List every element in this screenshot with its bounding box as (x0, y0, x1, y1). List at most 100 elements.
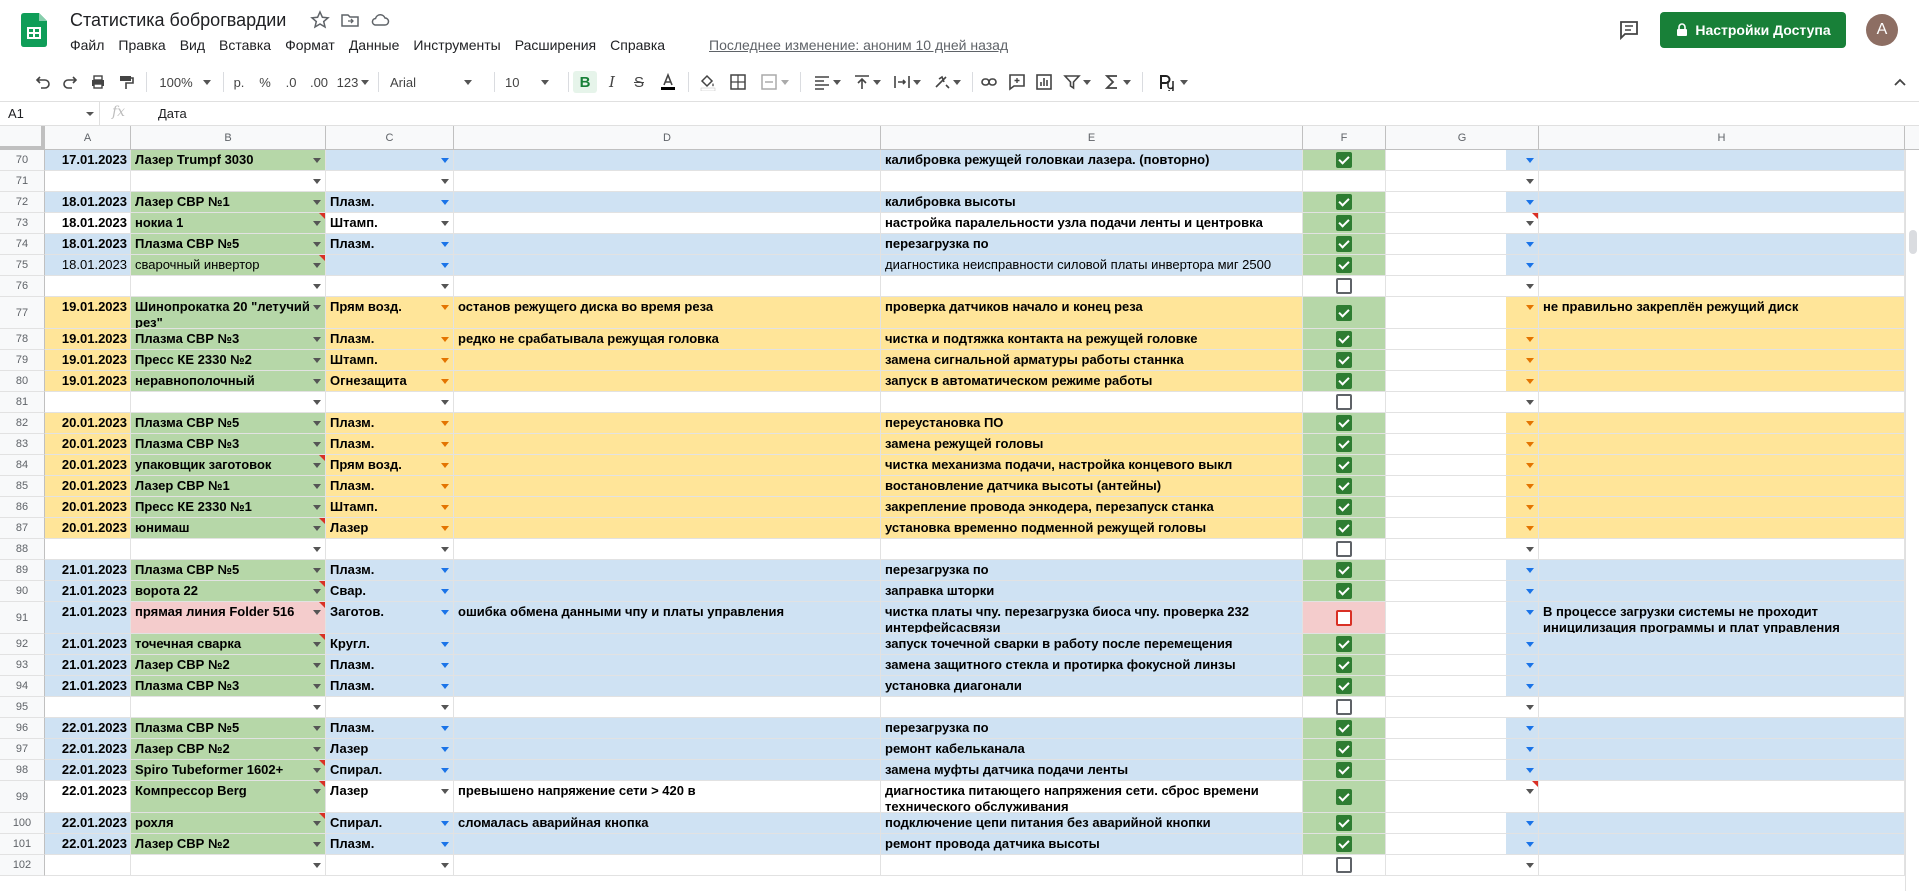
cell-date[interactable]: 22.01.2023 (45, 834, 131, 855)
cell-done[interactable] (1303, 518, 1386, 539)
row-number[interactable]: 86 (0, 497, 45, 518)
row-number[interactable]: 70 (0, 150, 45, 171)
cell-problem[interactable] (454, 739, 881, 760)
row-number[interactable]: 78 (0, 329, 45, 350)
row-number[interactable]: 102 (0, 855, 45, 876)
cell-done[interactable] (1303, 855, 1386, 876)
italic-button[interactable]: I (601, 71, 623, 93)
font-size-select[interactable]: 10 (505, 71, 560, 93)
cell-date[interactable] (45, 539, 131, 560)
chevron-down-icon[interactable] (86, 112, 94, 116)
dropdown-arrow-icon[interactable] (1526, 568, 1534, 573)
cell-date[interactable]: 20.01.2023 (45, 413, 131, 434)
cell-action[interactable]: калибровка режущей головкаи лазера. (пов… (881, 150, 1303, 171)
cell-date[interactable]: 18.01.2023 (45, 213, 131, 234)
scrollbar-thumb[interactable] (1909, 230, 1917, 254)
dropdown-arrow-icon[interactable] (313, 305, 321, 310)
cell-done[interactable] (1303, 434, 1386, 455)
cell-equipment[interactable] (131, 539, 326, 560)
last-edit-link[interactable]: Последнее изменение: аноним 10 дней наза… (709, 35, 1008, 55)
cell-action[interactable]: запуск точечной сварки в работу после пе… (881, 634, 1303, 655)
dropdown-arrow-icon[interactable] (313, 705, 321, 710)
dropdown-arrow-icon[interactable] (441, 421, 449, 426)
cell-action[interactable]: замена режущей головы (881, 434, 1303, 455)
cell-category[interactable]: Спирал. (326, 760, 454, 781)
cell-date[interactable]: 22.01.2023 (45, 760, 131, 781)
document-title[interactable]: Статистика боброгвардии (70, 8, 286, 32)
dropdown-arrow-icon[interactable] (441, 863, 449, 868)
cell-equipment[interactable]: Лазер СВР №1 (131, 476, 326, 497)
checkbox-unchecked-icon[interactable] (1336, 699, 1352, 715)
dropdown-arrow-icon[interactable] (313, 379, 321, 384)
cell-done[interactable] (1303, 739, 1386, 760)
cell-done[interactable] (1303, 476, 1386, 497)
checkbox-checked-icon[interactable] (1336, 741, 1352, 757)
dropdown-arrow-icon[interactable] (313, 463, 321, 468)
horizontal-align-icon[interactable] (810, 71, 844, 93)
cell-equipment[interactable]: юнимаш (131, 518, 326, 539)
cell-equipment[interactable]: Плазма СВР №5 (131, 560, 326, 581)
row-number[interactable]: 92 (0, 634, 45, 655)
sheets-logo-icon[interactable] (21, 13, 47, 47)
cell-done[interactable] (1303, 697, 1386, 718)
functions-icon[interactable] (1100, 71, 1134, 93)
cell-cause[interactable] (1539, 329, 1905, 350)
checkbox-checked-icon[interactable] (1336, 520, 1352, 536)
cell-g[interactable] (1386, 150, 1539, 171)
dropdown-arrow-icon[interactable] (313, 642, 321, 647)
cell-equipment[interactable]: Spiro Tubeformer 1602+ (131, 760, 326, 781)
cell-category[interactable] (326, 392, 454, 413)
menu-edit[interactable]: Правка (111, 34, 172, 56)
cell-g[interactable] (1386, 855, 1539, 876)
cell-g[interactable] (1386, 602, 1539, 634)
cell-date[interactable] (45, 171, 131, 192)
cell-problem[interactable] (454, 560, 881, 581)
menu-format[interactable]: Формат (278, 34, 342, 56)
cell-done[interactable] (1303, 329, 1386, 350)
cell-problem[interactable] (454, 371, 881, 392)
cell-action[interactable]: калибровка высоты (881, 192, 1303, 213)
checkbox-checked-icon[interactable] (1336, 236, 1352, 252)
cell-category[interactable]: Штамп. (326, 213, 454, 234)
column-header-d[interactable]: D (454, 126, 881, 150)
dropdown-arrow-icon[interactable] (313, 747, 321, 752)
dropdown-arrow-icon[interactable] (441, 284, 449, 289)
row-number[interactable]: 80 (0, 371, 45, 392)
dropdown-arrow-icon[interactable] (1526, 421, 1534, 426)
dropdown-arrow-icon[interactable] (441, 747, 449, 752)
cell-g[interactable] (1386, 371, 1539, 392)
cell-action[interactable] (881, 276, 1303, 297)
cell-category[interactable]: Плазм. (326, 192, 454, 213)
dropdown-arrow-icon[interactable] (313, 337, 321, 342)
row-number[interactable]: 100 (0, 813, 45, 834)
cell-g[interactable] (1386, 634, 1539, 655)
dropdown-arrow-icon[interactable] (1526, 263, 1534, 268)
cell-action[interactable]: перезагрузка по (881, 560, 1303, 581)
cell-action[interactable]: диагностика неисправности силовой платы … (881, 255, 1303, 276)
column-header-b[interactable]: B (131, 126, 326, 150)
cell-done[interactable] (1303, 539, 1386, 560)
cell-g[interactable] (1386, 781, 1539, 813)
borders-icon[interactable] (727, 71, 749, 93)
dropdown-arrow-icon[interactable] (441, 663, 449, 668)
cell-action[interactable]: чистка и подтяжка контакта на режущей го… (881, 329, 1303, 350)
cell-date[interactable]: 20.01.2023 (45, 434, 131, 455)
cell-done[interactable] (1303, 813, 1386, 834)
cell-done[interactable] (1303, 192, 1386, 213)
cell-cause[interactable] (1539, 476, 1905, 497)
cell-cause[interactable] (1539, 455, 1905, 476)
cell-date[interactable]: 18.01.2023 (45, 192, 131, 213)
cell-equipment[interactable]: Плазма СВР №3 (131, 434, 326, 455)
insert-comment-icon[interactable] (1006, 71, 1028, 93)
row-number[interactable]: 99 (0, 781, 45, 813)
cell-action[interactable]: замена сигнальной арматуры работы станнк… (881, 350, 1303, 371)
dropdown-arrow-icon[interactable] (1526, 589, 1534, 594)
cell-problem[interactable] (454, 234, 881, 255)
cell-cause[interactable] (1539, 739, 1905, 760)
cell-cause[interactable] (1539, 581, 1905, 602)
cell-date[interactable]: 21.01.2023 (45, 655, 131, 676)
row-number[interactable]: 93 (0, 655, 45, 676)
cell-date[interactable]: 21.01.2023 (45, 602, 131, 634)
cell-done[interactable] (1303, 171, 1386, 192)
cell-category[interactable]: Заготов. (326, 602, 454, 634)
